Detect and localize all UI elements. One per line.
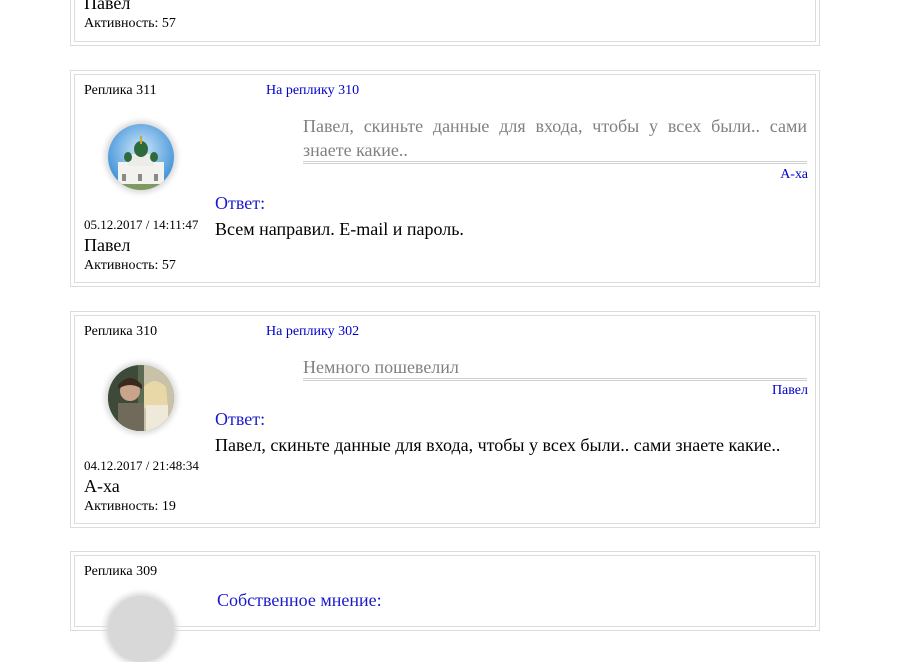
- comment-author: А-ха: [84, 476, 120, 496]
- comment-author: Павел: [84, 0, 131, 13]
- answer-text: Всем направил. E-mail и пароль.: [215, 219, 464, 239]
- quote-divider: [303, 378, 807, 381]
- quote-divider: [303, 161, 807, 164]
- quoted-text: Немного пошевелил: [303, 357, 459, 377]
- quoted-text: Павел, скиньте данные для входа, чтобы у…: [303, 116, 807, 160]
- comment-card: Реплика 310 На реплику 302 Немного пошев…: [70, 311, 820, 528]
- comment-card: Реплика 309 Собственное мнение:: [70, 551, 820, 662]
- quote-author-link[interactable]: А-ха: [780, 167, 808, 183]
- comment-activity: Активность: 57: [84, 16, 176, 31]
- comment-activity: Активность: 19: [84, 499, 176, 514]
- comment-date: 04.12.2017 / 21:48:34: [84, 458, 199, 473]
- reply-number: Реплика 309: [84, 564, 158, 579]
- comment-date: 05.12.2017 / 14:11:47: [84, 217, 199, 232]
- reply-number: Реплика 311: [84, 83, 157, 98]
- quote-author-link[interactable]: Павел: [772, 383, 808, 399]
- avatar: [108, 365, 174, 431]
- reply-to-link[interactable]: На реплику 310: [266, 83, 359, 99]
- church-avatar-image: [108, 124, 174, 190]
- answer-text: Павел, скиньте данные для входа, чтобы у…: [215, 435, 781, 455]
- movie-still-avatar-image: [108, 365, 174, 431]
- comment-author: Павел: [84, 235, 131, 255]
- avatar: [108, 596, 174, 662]
- answer-label: Ответ:: [215, 409, 266, 429]
- comment-card: Реплика 311 На реплику 310 Павел, скиньт…: [70, 70, 820, 287]
- answer-label: Ответ:: [215, 193, 266, 213]
- reply-number: Реплика 310: [84, 324, 158, 339]
- comment-activity: Активность: 57: [84, 258, 176, 273]
- reply-to-link[interactable]: На реплику 302: [266, 324, 359, 340]
- comment-card: Павел Активность: 57: [70, 0, 820, 46]
- avatar: [108, 124, 174, 190]
